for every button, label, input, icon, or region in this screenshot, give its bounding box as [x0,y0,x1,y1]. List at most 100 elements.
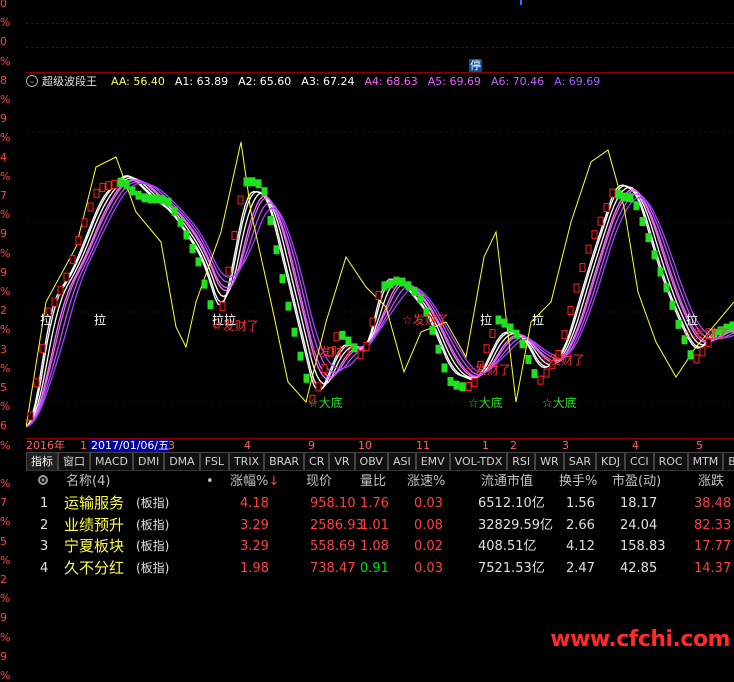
left-axis-label: 7 [0,189,7,202]
candle [171,206,178,216]
tab-emv[interactable]: EMV [415,452,450,470]
tab-dma[interactable]: DMA [164,452,200,470]
left-axis-label: % [0,515,11,529]
tab-cci[interactable]: CCI [624,452,654,470]
left-axis-label: % [0,361,11,375]
col-vol-ratio[interactable]: 量比 [360,471,386,492]
candle [471,377,478,387]
tab-cr[interactable]: CR [304,452,330,470]
tab-vol-tdx[interactable]: VOL-TDX [449,452,508,470]
table-row[interactable]: 3 宁夏板块 (板指) 3.29 558.69 1.08 0.02 408.51亿 4.12 15… [26,536,734,557]
tab-指标[interactable]: 指标 [26,452,58,470]
candle [615,189,622,199]
tab-sar[interactable]: SAR [563,452,597,470]
tab-kdj[interactable]: KDJ [596,452,625,470]
candle [303,373,310,383]
row-mcap: 6512.10亿 [478,496,545,511]
candle [369,317,376,327]
left-axis-label: 5 [0,534,7,548]
candle [531,369,538,379]
row-change: 1.98 [240,560,269,576]
col-mcap[interactable]: 流通市值 [481,471,533,492]
tab-mtm[interactable]: MTM [687,452,724,470]
col-turnover[interactable]: 换手% [559,471,597,492]
chart-annotation: ☆大底 [308,395,343,410]
row-type: (板指) [136,517,170,532]
date-tick-label: 11 [416,439,430,452]
tab-窗口[interactable]: 窗口 [58,452,90,470]
candle [651,250,658,260]
chart-annotation: ☆发财了 [538,352,585,367]
tab-wr[interactable]: WR [535,452,564,470]
candle [285,301,292,311]
candle [33,378,40,388]
candle [57,285,64,295]
candle [621,192,628,202]
candle [93,188,100,198]
tab-dmi[interactable]: DMI [132,452,165,470]
left-axis-label: % [0,553,11,567]
tab-boll[interactable]: BOLL [723,452,734,470]
candle [537,375,544,385]
candle [573,283,580,293]
candle [237,195,244,205]
row-price: 558.69 [310,539,356,554]
table-row[interactable]: 4 久不分红 (板指) 1.98 738.47 0.91 0.03 7521.53亿 2.47 4… [26,558,734,579]
tab-vr[interactable]: VR [329,452,355,470]
date-tick-label: 10 [358,439,372,452]
row-vol-ratio: 1.01 [360,517,389,533]
tab-asi[interactable]: ASI [387,452,416,470]
candle [315,382,322,392]
row-price: 738.47 [310,560,356,576]
tab-macd[interactable]: MACD [90,452,133,470]
suspend-marker[interactable]: 停 [469,59,482,72]
date-tick-label: 1 [482,439,489,452]
col-price[interactable]: 现价 [306,471,332,492]
left-axis-label: 5 [0,381,7,394]
date-tick-label: 2 [510,439,517,452]
col-change[interactable]: 涨幅%↓ [230,471,279,492]
chart-annotation: ☆发财了 [682,326,729,341]
settings-icon[interactable] [36,473,50,487]
indicator-chart: 拉拉拉拉☆发财了☆发财了☆发财了☆发财了☆发财了☆发财了拉拉拉☆大底 ☆大底 ☆大底 [26,131,734,428]
chart-annotation: 拉 [480,312,492,327]
tab-roc[interactable]: ROC [653,452,688,470]
row-turnover: 2.47 [566,560,595,576]
candle [579,263,586,273]
date-tick-label: 4 [244,439,251,452]
indicator-value: A5: 69.69 [427,74,481,88]
collapse-icon[interactable]: ⌄ [26,75,38,87]
candle [465,382,472,392]
indicator-name[interactable]: 超级波段王 [42,73,97,89]
col-name[interactable]: 名称(4) [66,471,110,492]
chart-annotation: ☆大底 [468,395,503,410]
candle [453,380,460,390]
tab-trix[interactable]: TRIX [228,452,265,470]
col-pe[interactable]: 市盈(动) [612,471,661,492]
table-row[interactable]: 2 业绩预升 (板指) 3.29 2586.93 1.01 0.08 32829.59亿 2.6… [26,515,734,536]
tab-obv[interactable]: OBV [354,452,388,470]
indicator-header: ⌄ 超级波段王 AA: 56.40 A1: 63.89 A2: 65.60 A3: 6… [26,74,603,88]
tab-brar[interactable]: BRAR [264,452,305,470]
row-speed: 0.08 [414,517,443,533]
row-name: 业绩预升 [64,515,125,534]
candle [597,216,604,226]
candle [153,194,160,204]
tab-rsi[interactable]: RSI [507,452,536,470]
candle [177,217,184,227]
left-axis-label: % [0,477,11,490]
table-row[interactable]: 1 运输服务 (板指) 4.18 958.10 1.76 0.03 6512.10亿 1.56 1… [26,493,734,514]
col-speed[interactable]: 涨速% [407,471,445,492]
chart-annotation: 拉 [40,312,52,327]
row-delta: 38.48 [694,496,732,511]
tab-fsl[interactable]: FSL [199,452,229,470]
row-price: 958.10 [310,496,356,511]
row-index: 4 [40,560,49,576]
candle [561,330,568,340]
candle [405,281,412,291]
candle [417,294,424,304]
row-change: 3.29 [240,539,269,554]
col-delta[interactable]: 涨跌 [698,471,724,492]
table-header: 名称(4) • 涨幅%↓ 现价 量比 涨速% 流通市值 换手% 市盈(动) 涨跌 [26,471,734,492]
left-axis-label: 3 [0,342,7,356]
